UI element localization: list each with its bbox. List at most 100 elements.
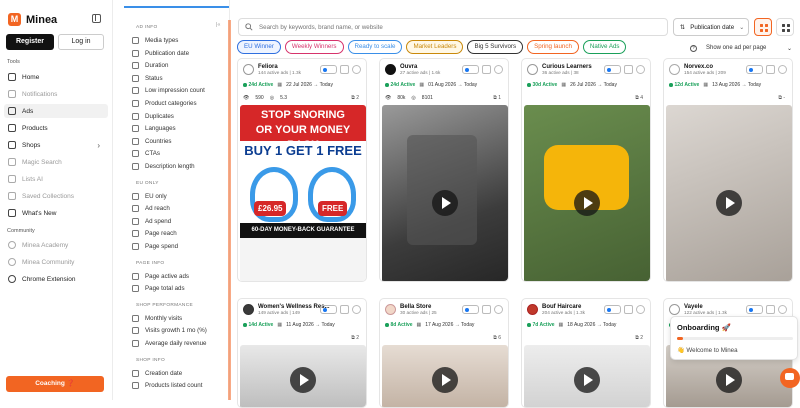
grid-view-button[interactable] bbox=[754, 18, 772, 36]
meta-platform-icon[interactable] bbox=[746, 305, 763, 314]
ad-card[interactable]: Norvex.co 154 active ads | 209 12d Active ▦… bbox=[663, 58, 793, 282]
block-icon[interactable] bbox=[778, 65, 787, 74]
ad-card-header[interactable]: Vayele 122 active ads | 1.3k bbox=[669, 304, 727, 315]
chip-weekly-winners[interactable]: Weekly Winners bbox=[284, 40, 344, 54]
block-icon[interactable] bbox=[352, 305, 361, 314]
ad-card-header[interactable]: Bella Store 30 active ads | 25 bbox=[385, 304, 437, 315]
filter-duplicates[interactable]: Duplicates bbox=[132, 112, 174, 120]
filter-products-listed-count[interactable]: Products listed count bbox=[132, 382, 202, 390]
shop-icon[interactable] bbox=[624, 305, 633, 314]
ad-card-header[interactable]: Norvex.co 154 active ads | 209 bbox=[669, 64, 726, 75]
search-input[interactable] bbox=[259, 23, 639, 31]
meta-platform-icon[interactable] bbox=[604, 65, 621, 74]
meta-platform-icon[interactable] bbox=[320, 65, 337, 74]
filter-description-length[interactable]: Description length bbox=[132, 163, 195, 170]
sidebar-item-shops[interactable]: Shops › bbox=[4, 138, 108, 152]
sidebar-item-home[interactable]: Home bbox=[4, 70, 108, 84]
block-icon[interactable] bbox=[494, 305, 503, 314]
filter-page-spend[interactable]: Page spend bbox=[132, 243, 178, 250]
register-button[interactable]: Register bbox=[6, 34, 54, 50]
ad-media[interactable] bbox=[382, 345, 508, 407]
ad-card-header[interactable]: Feliora 144 active ads | 1.3k bbox=[243, 64, 301, 75]
meta-platform-icon[interactable] bbox=[320, 305, 337, 314]
sidebar-collapse-icon[interactable] bbox=[92, 14, 101, 23]
shop-icon[interactable] bbox=[624, 65, 633, 74]
collapse-filters-icon[interactable]: |« bbox=[216, 22, 221, 28]
play-icon[interactable] bbox=[574, 189, 600, 216]
filter-low-impression-count[interactable]: Low impression count bbox=[132, 87, 205, 95]
meta-platform-icon[interactable] bbox=[746, 65, 763, 74]
ad-card[interactable]: Bouf Haircare 204 active ads | 1.3k 7d Act… bbox=[521, 298, 651, 408]
filter-eu-only[interactable]: EU only bbox=[132, 192, 167, 200]
community-item-minea-community[interactable]: Minea Community bbox=[4, 255, 108, 269]
meta-platform-icon[interactable] bbox=[462, 65, 479, 74]
chip-spring-launch[interactable]: Spring launch bbox=[527, 40, 579, 54]
filter-ad-reach[interactable]: Ad reach bbox=[132, 205, 170, 213]
filter-status[interactable]: Status bbox=[132, 74, 163, 82]
shop-icon[interactable] bbox=[766, 305, 775, 314]
filter-publication-date[interactable]: Publication date bbox=[132, 49, 189, 57]
filter-duration[interactable]: Duration bbox=[132, 62, 168, 70]
block-icon[interactable] bbox=[778, 305, 787, 314]
filter-product-categories[interactable]: Product categories bbox=[132, 100, 197, 107]
ad-card[interactable]: Curious Learners 36 active ads | 38 30d Ac… bbox=[521, 58, 651, 282]
block-icon[interactable] bbox=[636, 305, 645, 314]
filter-page-total-ads[interactable]: Page total ads bbox=[132, 285, 185, 293]
filter-visits-growth-1-mo-[interactable]: Visits growth 1 mo (%) bbox=[132, 327, 207, 335]
shop-icon[interactable] bbox=[482, 305, 491, 314]
filter-ad-spend[interactable]: Ad spend bbox=[132, 217, 171, 225]
chip-market-leaders[interactable]: Market Leaders bbox=[406, 40, 464, 54]
chip-eu-winner[interactable]: EU Winner bbox=[237, 40, 281, 54]
block-icon[interactable] bbox=[636, 65, 645, 74]
shop-icon[interactable] bbox=[340, 305, 349, 314]
filter-ctas[interactable]: CTAs bbox=[132, 150, 160, 158]
sidebar-item-ads[interactable]: Ads bbox=[4, 104, 108, 118]
ad-media[interactable] bbox=[524, 345, 650, 407]
play-icon[interactable] bbox=[574, 367, 600, 393]
ad-media[interactable] bbox=[524, 105, 650, 281]
ad-card[interactable]: Women's Wellness Res... 149 active ads | … bbox=[237, 298, 367, 408]
play-icon[interactable] bbox=[716, 189, 742, 216]
filter-monthly-visits[interactable]: Monthly visits bbox=[132, 314, 182, 322]
community-item-minea-academy[interactable]: Minea Academy bbox=[4, 238, 108, 252]
community-item-chrome-extension[interactable]: Chrome Extension bbox=[4, 272, 108, 286]
chat-support-icon[interactable] bbox=[780, 368, 800, 388]
show-one-ad-toggle[interactable]: ? Show one ad per page ⌄ bbox=[690, 41, 796, 55]
filter-languages[interactable]: Languages bbox=[132, 125, 176, 133]
meta-platform-icon[interactable] bbox=[604, 305, 621, 314]
play-icon[interactable] bbox=[290, 367, 316, 393]
sidebar-item-notifications[interactable]: Notifications bbox=[4, 87, 108, 101]
help-icon[interactable]: ? bbox=[690, 44, 697, 52]
ad-card[interactable]: Bella Store 30 active ads | 25 8d Active ▦ 1… bbox=[379, 298, 509, 408]
sidebar-item-saved-collections[interactable]: Saved Collections bbox=[4, 189, 108, 203]
ad-card[interactable]: Feliora 144 active ads | 1.3k 24d Active ▦ 2… bbox=[237, 58, 367, 282]
filter-countries[interactable]: Countries bbox=[132, 137, 171, 145]
play-icon[interactable] bbox=[432, 189, 458, 216]
filter-scrollbar[interactable] bbox=[228, 20, 231, 400]
list-view-button[interactable] bbox=[776, 18, 794, 36]
ad-media[interactable] bbox=[666, 105, 792, 281]
ad-card[interactable]: Ouvra 27 active ads | 1.6k 24d Active ▦ 01 A… bbox=[379, 58, 509, 282]
ad-media[interactable]: STOP SNORING OR YOUR MONEY BACK BUY 1 GET … bbox=[240, 105, 366, 281]
filter-average-daily-revenue[interactable]: Average daily revenue bbox=[132, 340, 206, 347]
ad-card-header[interactable]: Ouvra 27 active ads | 1.6k bbox=[385, 64, 440, 75]
ad-media[interactable] bbox=[240, 345, 366, 407]
sidebar-item-products[interactable]: Products bbox=[4, 121, 108, 135]
shop-icon[interactable] bbox=[340, 65, 349, 74]
ad-card-header[interactable]: Curious Learners 36 active ads | 38 bbox=[527, 64, 592, 75]
filter-media-types[interactable]: Media types bbox=[132, 37, 178, 44]
meta-platform-icon[interactable] bbox=[462, 305, 479, 314]
block-icon[interactable] bbox=[494, 65, 503, 74]
ad-media[interactable] bbox=[382, 105, 508, 281]
chip-big-5-survivors[interactable]: Big 5 Survivors bbox=[467, 40, 524, 54]
coaching-button[interactable]: Coaching ❓ bbox=[6, 376, 104, 392]
play-icon[interactable] bbox=[716, 367, 742, 393]
filter-creation-date[interactable]: Creation date bbox=[132, 369, 182, 377]
search-bar[interactable] bbox=[238, 18, 668, 36]
sort-dropdown[interactable]: ⇅ Publication date ⌄ bbox=[673, 18, 749, 36]
block-icon[interactable] bbox=[352, 65, 361, 74]
login-button[interactable]: Log in bbox=[58, 34, 104, 50]
shop-icon[interactable] bbox=[482, 65, 491, 74]
shop-icon[interactable] bbox=[766, 65, 775, 74]
app-logo[interactable]: M Minea bbox=[8, 13, 57, 26]
